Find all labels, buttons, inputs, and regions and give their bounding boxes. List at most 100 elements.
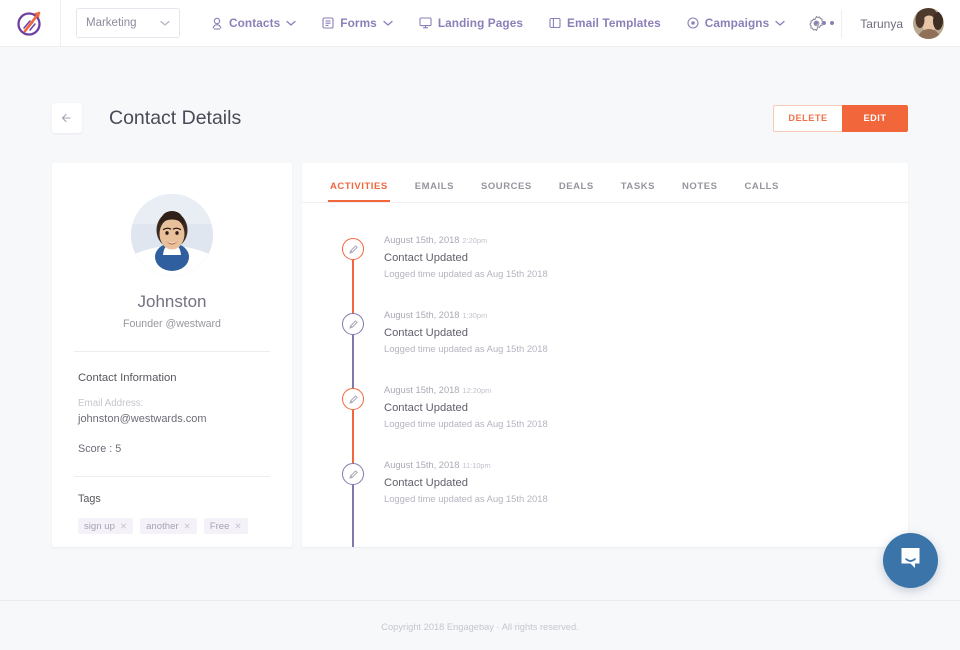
back-button[interactable] (52, 103, 82, 133)
page-header: Contact Details DELETE EDIT (52, 95, 908, 141)
tag-label: sign up (84, 520, 115, 532)
tab-emails[interactable]: EMAILS (415, 181, 454, 202)
timeline-item[interactable]: August 15th, 2018 12:20pm Contact Updated… (302, 382, 908, 478)
timeline-time-text: 11:10pm (462, 461, 491, 470)
chevron-down-icon (775, 16, 785, 30)
tab-activities[interactable]: ACTIVITIES (328, 181, 390, 202)
timeline-time-text: 1:30pm (462, 311, 488, 320)
brand-logo[interactable] (0, 8, 60, 38)
pencil-edit-icon (342, 313, 364, 335)
form-document-icon (322, 17, 334, 29)
contact-role: Founder @westward (123, 318, 221, 330)
email-address-value: johnston@westwards.com (78, 413, 207, 425)
tag-chip[interactable]: another ✕ (140, 518, 197, 534)
timeline-title: Contact Updated (384, 477, 468, 489)
timeline-description: Logged time updated as Aug 15th 2018 (384, 343, 548, 354)
chevron-down-icon (286, 16, 296, 30)
email-address-label: Email Address: (78, 398, 144, 409)
tag-list: sign up ✕ another ✕ Free ✕ (78, 518, 292, 534)
chat-bubble-smile-icon (898, 546, 923, 576)
workspace-select[interactable]: Marketing (76, 8, 180, 38)
tag-label: another (146, 520, 179, 532)
user-menu[interactable]: Tarunya (842, 8, 960, 39)
close-icon[interactable]: ✕ (120, 522, 127, 531)
timeline-date-text: August 15th, 2018 (384, 385, 460, 395)
tab-bar: ACTIVITIES EMAILS SOURCES DEALS TASKS NO… (302, 163, 908, 202)
timeline-item[interactable]: August 15th, 2018 11:10pm Contact Updated… (302, 457, 908, 547)
contact-name: Johnston (137, 292, 207, 311)
nav-divider (60, 0, 61, 47)
tag-chip[interactable]: Free ✕ (203, 518, 248, 534)
activity-card: ACTIVITIES EMAILS SOURCES DEALS TASKS NO… (302, 163, 908, 547)
close-icon[interactable]: ✕ (234, 522, 241, 531)
timeline-item[interactable]: August 15th, 2018 1:30pm Contact Updated … (302, 307, 908, 403)
monitor-icon (419, 17, 432, 29)
timeline-description: Logged time updated as Aug 15th 2018 (384, 418, 548, 429)
tag-label: Free (209, 520, 230, 532)
contact-summary-card: Johnston Founder @westward Contact Infor… (52, 163, 292, 547)
tab-deals[interactable]: DEALS (559, 181, 594, 202)
timeline-date: August 15th, 2018 11:10pm (384, 457, 908, 470)
timeline-date: August 15th, 2018 2:20pm (384, 232, 908, 245)
tab-notes[interactable]: NOTES (682, 181, 717, 202)
timeline-description: Logged time updated as Aug 15th 2018 (384, 268, 548, 279)
footer-copyright: Copyright 2018 Engagebay · All rights re… (381, 622, 579, 632)
activity-timeline: August 15th, 2018 2:20pm Contact Updated … (302, 203, 908, 547)
nav-item-label: Landing Pages (437, 16, 524, 30)
nav-item-contacts[interactable]: Contacts (198, 0, 309, 47)
timeline-title: Contact Updated (384, 402, 468, 414)
edit-button[interactable]: EDIT (842, 104, 908, 132)
timeline-item[interactable]: August 15th, 2018 2:20pm Contact Updated … (302, 232, 908, 328)
divider (74, 476, 270, 477)
timeline-title: Contact Updated (384, 327, 468, 339)
tab-sources[interactable]: SOURCES (481, 181, 532, 202)
divider (74, 351, 270, 352)
timeline-date-text: August 15th, 2018 (384, 235, 460, 245)
contact-photo (131, 194, 213, 276)
delete-button[interactable]: DELETE (773, 104, 842, 132)
target-circle-icon (687, 17, 699, 29)
nav-item-campaigns[interactable]: Campaigns (674, 0, 799, 47)
app-page: Marketing Contacts Forms Landing Pages E… (0, 0, 960, 650)
nav-item-label: Campaigns (704, 16, 770, 30)
page-title: Contact Details (109, 106, 242, 129)
chevron-down-icon (383, 16, 393, 30)
tab-calls[interactable]: CALLS (745, 181, 779, 202)
nav-item-forms[interactable]: Forms (309, 0, 406, 47)
timeline-connector (352, 485, 354, 547)
tags-heading: Tags (78, 493, 101, 505)
tab-tasks[interactable]: TASKS (621, 181, 655, 202)
chevron-down-icon (160, 14, 170, 32)
nav-item-label: Forms (340, 16, 377, 30)
timeline-time-text: 2:20pm (462, 236, 488, 245)
nav-item-email-templates[interactable]: Email Templates (536, 0, 674, 47)
timeline-description: Logged time updated as Aug 15th 2018 (384, 493, 548, 504)
user-name: Tarunya (860, 16, 903, 31)
timeline-title: Contact Updated (384, 252, 468, 264)
navbar-right: Tarunya (792, 0, 960, 47)
top-navbar: Marketing Contacts Forms Landing Pages E… (0, 0, 960, 47)
pencil-edit-icon (342, 463, 364, 485)
arrow-left-icon (61, 111, 74, 126)
timeline-time-text: 12:20pm (462, 386, 492, 395)
chat-launcher-button[interactable] (883, 533, 938, 588)
timeline-date-text: August 15th, 2018 (384, 310, 460, 320)
timeline-date: August 15th, 2018 1:30pm (384, 307, 908, 320)
pencil-edit-icon (342, 388, 364, 410)
nav-item-label: Email Templates (567, 16, 661, 30)
nav-item-label: Contacts (229, 16, 281, 30)
close-icon[interactable]: ✕ (184, 522, 191, 531)
score-value: Score : 5 (78, 443, 122, 455)
nav-item-landing-pages[interactable]: Landing Pages (406, 0, 536, 47)
timeline-date: August 15th, 2018 12:20pm (384, 382, 908, 395)
timeline-date-text: August 15th, 2018 (384, 460, 460, 470)
pencil-edit-icon (342, 238, 364, 260)
gear-icon[interactable] (792, 15, 841, 32)
contact-person-icon (211, 17, 223, 30)
columns-template-icon (549, 17, 561, 29)
avatar (913, 8, 944, 39)
tag-chip[interactable]: sign up ✕ (78, 518, 134, 534)
workspace-label: Marketing (86, 17, 137, 29)
engagebay-logo-icon (15, 8, 45, 38)
contact-information-heading: Contact Information (78, 372, 177, 384)
